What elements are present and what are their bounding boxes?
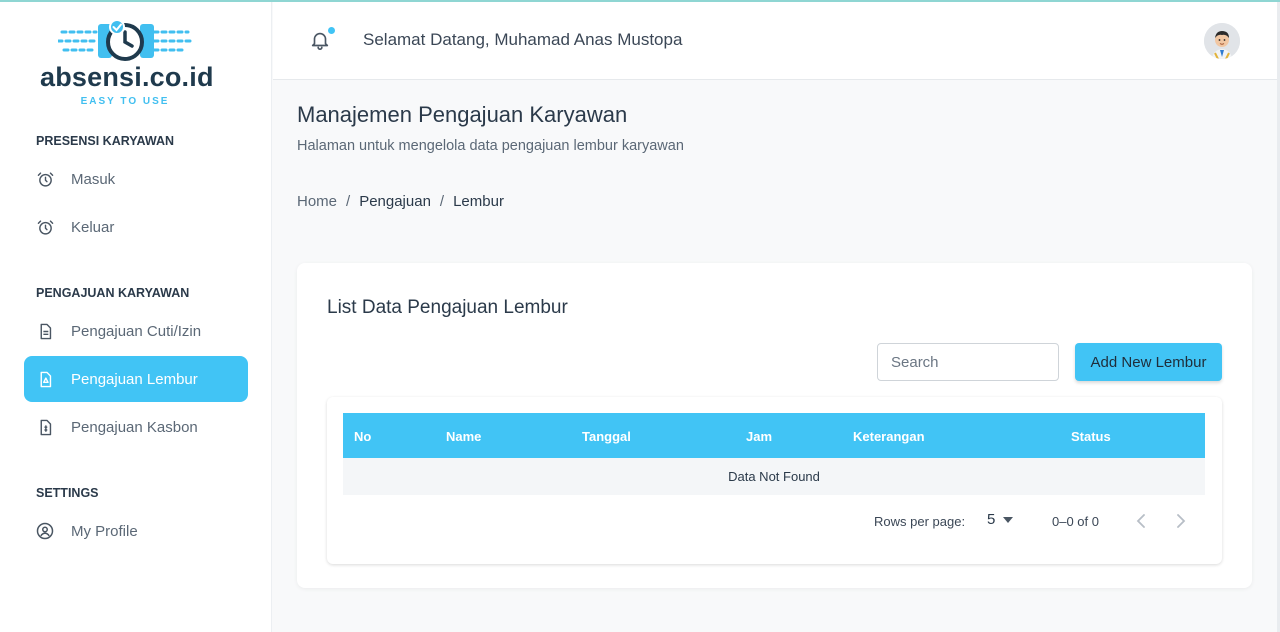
sidebar: absensi.co.id EASY TO USE PRESENSI KARYA… [0,2,272,632]
data-table: No Name Tanggal Jam Keterangan Status Da… [327,397,1222,564]
card-title: List Data Pengajuan Lembur [327,297,568,318]
column-header-name[interactable]: Name [446,429,481,444]
alarm-clock-icon [36,218,54,236]
rows-per-page-value: 5 [987,511,996,528]
table-header: No Name Tanggal Jam Keterangan Status [343,413,1205,458]
lembur-list-card: List Data Pengajuan Lembur Add New Lembu… [297,263,1252,588]
breadcrumb-separator: / [346,193,351,210]
clock-logo-icon [58,19,192,61]
breadcrumb-lembur: Lembur [453,193,504,210]
next-page-button[interactable] [1169,509,1193,533]
caret-down-icon [1003,516,1014,523]
breadcrumb-home[interactable]: Home [297,193,337,210]
welcome-text: Selamat Datang, Muhamad Anas Mustopa [363,30,683,49]
section-title-pengajuan: PENGAJUAN KARYAWAN [36,286,190,300]
sidebar-item-label: Masuk [71,170,116,188]
top-header: Selamat Datang, Muhamad Anas Mustopa [273,2,1277,80]
document-icon [36,322,54,340]
table-pagination: Rows per page: 5 0–0 of 0 [343,495,1205,547]
empty-table-message: Data Not Found [343,458,1205,495]
sidebar-item-kasbon[interactable]: Pengajuan Kasbon [24,404,248,450]
chevron-left-icon [1136,514,1145,528]
sidebar-item-lembur[interactable]: Pengajuan Lembur [24,356,248,402]
sidebar-item-label: Pengajuan Kasbon [71,418,198,436]
sidebar-item-masuk[interactable]: Masuk [24,156,248,202]
search-input[interactable] [877,343,1059,381]
page-subtitle: Halaman untuk mengelola data pengajuan l… [297,138,684,154]
column-header-jam[interactable]: Jam [746,429,772,444]
avatar[interactable] [1204,23,1240,59]
sidebar-item-label: My Profile [71,522,138,540]
previous-page-button[interactable] [1129,509,1153,533]
logo-tagline: EASY TO USE [80,96,170,107]
notification-dot [328,27,335,34]
sidebar-item-label: Pengajuan Lembur [71,370,198,388]
section-title-presensi: PRESENSI KARYAWAN [36,134,174,148]
document-warning-icon [36,370,54,388]
sidebar-item-cuti-izin[interactable]: Pengajuan Cuti/Izin [24,308,248,354]
rows-per-page-select[interactable]: 5 [987,511,1014,528]
user-circle-icon [36,522,54,540]
sidebar-item-my-profile[interactable]: My Profile [24,508,248,554]
column-header-tanggal[interactable]: Tanggal [582,429,631,444]
alarm-clock-icon [36,170,54,188]
chevron-right-icon [1177,514,1186,528]
sidebar-item-label: Keluar [71,218,115,236]
breadcrumb-pengajuan[interactable]: Pengajuan [359,193,431,210]
column-header-keterangan[interactable]: Keterangan [853,429,925,444]
breadcrumb: Home / Pengajuan / Lembur [297,193,504,210]
section-title-settings: SETTINGS [36,486,99,500]
add-new-lembur-button[interactable]: Add New Lembur [1075,343,1222,381]
column-header-no[interactable]: No [354,429,371,444]
pagination-range: 0–0 of 0 [1052,514,1099,529]
document-money-icon [36,418,54,436]
rows-per-page-label: Rows per page: [874,514,966,529]
logo-text: absensi.co.id [40,62,214,92]
sidebar-item-keluar[interactable]: Keluar [24,204,248,250]
column-header-status[interactable]: Status [1071,429,1111,444]
logo[interactable]: absensi.co.id EASY TO USE [40,18,214,112]
breadcrumb-separator: / [439,193,445,210]
page-title: Manajemen Pengajuan Karyawan [297,102,628,127]
sidebar-item-label: Pengajuan Cuti/Izin [71,322,202,340]
